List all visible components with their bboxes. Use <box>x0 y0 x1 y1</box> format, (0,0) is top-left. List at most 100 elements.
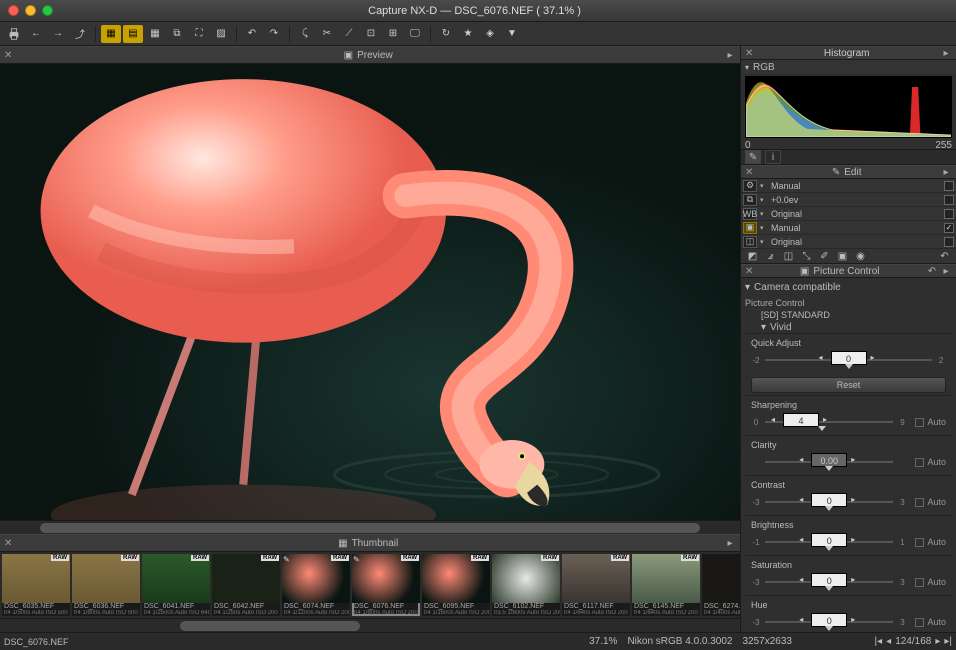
edit-row-checkbox[interactable] <box>944 181 954 191</box>
minimize-window-button[interactable] <box>25 5 36 16</box>
folder-up-icon[interactable]: ⤴ <box>70 25 90 43</box>
edit-row-checkbox[interactable] <box>944 237 954 247</box>
thumbnail-item[interactable]: RAW✎DSC_6074.NEFf/4 1/1200s Auto ISO 200 <box>282 554 350 616</box>
thumb-filename: DSC_6076.NEF <box>352 603 420 610</box>
pc-preset-dropdown[interactable]: ▾Vivid <box>745 322 952 333</box>
clarity-slider[interactable]: ◂0.00▸ Auto <box>751 453 946 471</box>
hue-auto-checkbox[interactable]: Auto <box>915 617 946 627</box>
histogram-collapse-icon[interactable]: ▸ <box>940 47 952 59</box>
pc-close-icon[interactable]: ✕ <box>745 266 753 277</box>
histogram-panel: ▾RGB 0255 <box>741 60 956 150</box>
clarity-auto-checkbox[interactable]: Auto <box>915 457 946 467</box>
tone-icon[interactable]: ◩ <box>745 249 760 263</box>
sharpening-auto-checkbox[interactable]: Auto <box>915 417 946 427</box>
undo-icon[interactable]: ↶ <box>937 249 952 263</box>
dropper-icon[interactable]: ⤹ <box>295 25 315 43</box>
thumbnail-item[interactable]: RAWDSC_6036.NEFf/4 1/800s Auto ISO 500 <box>72 554 140 616</box>
thumbnail-h-scrollbar[interactable] <box>0 618 740 632</box>
monitor-icon[interactable]: 🖵 <box>405 25 425 43</box>
preview-collapse-icon[interactable]: ▸ <box>724 49 736 61</box>
edit-row-wb[interactable]: WB▾Original <box>741 207 956 221</box>
raw-badge: RAW <box>121 555 139 561</box>
edit-row-ev[interactable]: ⧉▾+0.0ev <box>741 193 956 207</box>
filter-icon[interactable]: ▼ <box>502 25 522 43</box>
thumb-meta: f/3.5 1/800s Auto ISO 200 <box>492 610 560 616</box>
thumbnail-collapse-icon[interactable]: ▸ <box>724 537 736 549</box>
thumbnail-close-icon[interactable]: ✕ <box>4 538 12 549</box>
thumbnail-item[interactable]: RAWDSC_6274.NEFf/4 1/400s Auto ISO 200 <box>702 554 740 616</box>
crop-icon[interactable]: ✂ <box>317 25 337 43</box>
view-mode-3-icon[interactable]: ▦ <box>145 25 165 43</box>
edit-row-gear[interactable]: ⚙▾Manual <box>741 179 956 193</box>
thumbnail-item[interactable]: RAWDSC_6041.NEFf/4 1/2500s Auto ISO 640 <box>142 554 210 616</box>
edit-collapse-icon[interactable]: ▸ <box>940 166 952 178</box>
edit-tab-adjust-icon[interactable]: ✎ <box>745 150 761 164</box>
resize-icon[interactable]: ⤡ <box>799 249 814 263</box>
thumbnail-item[interactable]: RAW✎DSC_6076.NEFf/4 1/800s Auto ISO 200 <box>352 554 420 616</box>
fullscreen-icon[interactable]: ⛶ <box>189 25 209 43</box>
thumbnail-item[interactable]: RAWDSC_6102.NEFf/3.5 1/800s Auto ISO 200 <box>492 554 560 616</box>
edit-row-checkbox[interactable] <box>944 195 954 205</box>
preview-h-scrollbar[interactable] <box>0 520 740 534</box>
thumbnail-item[interactable]: RAWDSC_6035.NEFf/4 1/500s Auto ISO 500 <box>2 554 70 616</box>
grid-icon[interactable]: ▨ <box>211 25 231 43</box>
nav-prev-icon[interactable]: ◂ <box>886 636 891 647</box>
gear-icon: ⚙ <box>743 180 757 192</box>
preview-viewport[interactable] <box>0 64 740 520</box>
edit-row-checkbox[interactable] <box>944 223 954 233</box>
raw-badge: RAW <box>611 555 629 561</box>
zoom-fit-icon[interactable]: ⊡ <box>361 25 381 43</box>
edit-row-pc[interactable]: ▣▾Manual <box>741 221 956 235</box>
close-window-button[interactable] <box>8 5 19 16</box>
reset-button[interactable]: Reset <box>751 377 946 393</box>
curve-icon[interactable]: ⦨ <box>763 249 778 263</box>
contrast-slider-group: Contrast-3◂0▸3Auto <box>745 475 952 515</box>
sharpening-slider[interactable]: 0◂4▸9Auto <box>751 413 946 431</box>
palette-icon[interactable]: ◉ <box>853 249 868 263</box>
pc-collapse-icon[interactable]: ▸ <box>940 265 952 277</box>
edit-close-icon[interactable]: ✕ <box>745 167 753 178</box>
crop2-icon[interactable]: ◫ <box>781 249 796 263</box>
edit-row-checkbox[interactable] <box>944 209 954 219</box>
brush-icon[interactable]: ✐ <box>817 249 832 263</box>
star-icon[interactable]: ★ <box>458 25 478 43</box>
edit-tab-meta-icon[interactable]: i <box>765 150 781 164</box>
nav-first-icon[interactable]: |◂ <box>875 636 883 647</box>
saturation-slider[interactable]: -3◂0▸3Auto <box>751 573 946 591</box>
histogram-mode-toggle[interactable]: ▾ <box>745 63 749 72</box>
camera-compat-toggle[interactable]: ▾ <box>745 282 750 293</box>
camera-icon[interactable]: ▣ <box>835 249 850 263</box>
view-mode-2-icon[interactable]: ▤ <box>123 25 143 43</box>
histogram-canvas[interactable] <box>745 76 952 138</box>
nav-next-icon[interactable]: ▸ <box>935 636 940 647</box>
brightness-auto-checkbox[interactable]: Auto <box>915 537 946 547</box>
thumbnail-item[interactable]: RAWDSC_6145.NEFf/4 1/640s Auto ISO 200 <box>632 554 700 616</box>
thumbnail-item[interactable]: RAWDSC_6117.NEFf/4 1/640s Auto ISO 200 <box>562 554 630 616</box>
pc-undo-icon[interactable]: ↶ <box>926 265 938 277</box>
contrast-slider[interactable]: -3◂0▸3Auto <box>751 493 946 511</box>
compare-icon[interactable]: ⧉ <box>167 25 187 43</box>
thumbnail-item[interactable]: RAWDSC_6095.NEFf/4 1/1600s Auto ISO 200 <box>422 554 490 616</box>
rotate-cw-icon[interactable]: ↷ <box>264 25 284 43</box>
nav-last-icon[interactable]: ▸| <box>944 636 952 647</box>
preview-close-icon[interactable]: ✕ <box>4 50 12 61</box>
back-icon[interactable]: ← <box>26 25 46 43</box>
thumb-filename: DSC_6102.NEF <box>492 603 560 610</box>
histogram-close-icon[interactable]: ✕ <box>745 48 753 59</box>
quick-adjust-slider[interactable]: -2 ◂ 0 ▸ 2 <box>751 351 946 369</box>
edit-row-nr[interactable]: ◫▾Original <box>741 235 956 249</box>
brightness-slider[interactable]: -1◂0▸1Auto <box>751 533 946 551</box>
refresh-icon[interactable]: ↻ <box>436 25 456 43</box>
contrast-auto-checkbox[interactable]: Auto <box>915 497 946 507</box>
saturation-auto-checkbox[interactable]: Auto <box>915 577 946 587</box>
zoom-100-icon[interactable]: ⊞ <box>383 25 403 43</box>
hue-slider[interactable]: -3◂0▸3Auto <box>751 613 946 631</box>
zoom-window-button[interactable] <box>42 5 53 16</box>
rotate-ccw-icon[interactable]: ↶ <box>242 25 262 43</box>
tag-icon[interactable]: ◈ <box>480 25 500 43</box>
forward-icon[interactable]: → <box>48 25 68 43</box>
straighten-icon[interactable]: ⟋ <box>339 25 359 43</box>
print-icon[interactable] <box>4 25 24 43</box>
thumbnail-item[interactable]: RAWDSC_6042.NEFf/4 1/250s Auto ISO 200 <box>212 554 280 616</box>
view-mode-1-icon[interactable]: ▦ <box>101 25 121 43</box>
